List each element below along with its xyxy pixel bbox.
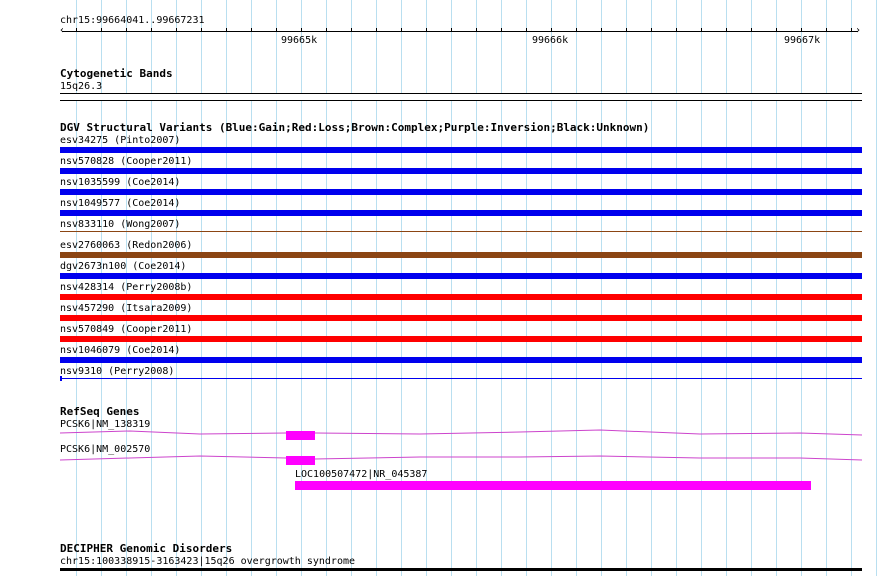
ruler-tick [226, 28, 227, 32]
dgv-variant-bar[interactable] [60, 273, 862, 279]
ruler-tick [501, 28, 502, 32]
dgv-variant-label[interactable]: nsv9310 (Perry2008) [60, 366, 174, 377]
ruler-tick-label: 99666k [532, 35, 569, 46]
ruler-tick [176, 28, 177, 32]
ruler-tick [851, 28, 852, 32]
ruler-axis [62, 31, 858, 32]
dgv-variant-bar[interactable] [60, 210, 862, 216]
genome-browser-panel: chr15:99664041..99667231 ‹ › 99665k 9966… [0, 0, 890, 576]
ruler-tick [101, 28, 102, 32]
ruler-tick [251, 28, 252, 32]
gene-exon[interactable] [286, 456, 315, 465]
dgv-variant-bar[interactable] [60, 252, 862, 258]
ruler-tick [676, 28, 677, 32]
ruler-tick [76, 28, 77, 32]
ruler-right-arrow-icon: › [855, 25, 862, 36]
ruler-tick [726, 28, 727, 32]
ruler-tick [351, 28, 352, 32]
ruler-tick [626, 28, 627, 32]
ruler-tick [326, 28, 327, 32]
dgv-variant-label[interactable]: esv34275 (Pinto2007) [60, 135, 180, 146]
ruler-tick [751, 28, 752, 32]
ruler-tick [701, 28, 702, 32]
ruler-tick [826, 28, 827, 32]
gene-intron-line [59, 455, 863, 461]
ruler-tick [126, 28, 127, 32]
ruler-tick [576, 28, 577, 32]
ruler-tick [551, 28, 552, 32]
ruler-tick [151, 28, 152, 32]
dgv-variant-label[interactable]: esv2760063 (Redon2006) [60, 240, 192, 251]
dgv-variant-bar[interactable] [60, 294, 862, 300]
ruler-range-label: chr15:99664041..99667231 [60, 15, 205, 26]
ruler-tick-label: 99665k [281, 35, 318, 46]
ruler-tick [376, 28, 377, 32]
track-title-refseq[interactable]: RefSeq Genes [60, 406, 139, 418]
decipher-entry-label[interactable]: chr15:100338915-3163423|15q26 overgrowth… [60, 556, 355, 567]
gene-exon[interactable] [286, 431, 315, 440]
dgv-variant-label[interactable]: nsv457290 (Itsara2009) [60, 303, 192, 314]
ruler-tick [426, 28, 427, 32]
dgv-variant-label[interactable]: nsv570828 (Cooper2011) [60, 156, 192, 167]
dgv-variant-bar[interactable] [60, 315, 862, 321]
dgv-variant-bar[interactable] [60, 378, 862, 379]
dgv-variant-bar-start [60, 376, 62, 381]
ruler-tick [201, 28, 202, 32]
dgv-variant-bar[interactable] [60, 168, 862, 174]
ruler-tick [301, 28, 302, 32]
track-title-decipher[interactable]: DECIPHER Genomic Disorders [60, 543, 232, 555]
ruler-tick [601, 28, 602, 32]
gene-exon[interactable] [295, 481, 811, 490]
dgv-variant-label[interactable]: nsv1035599 (Coe2014) [60, 177, 180, 188]
dgv-variant-bar[interactable] [60, 231, 862, 232]
track-title-cytogenetic[interactable]: Cytogenetic Bands [60, 68, 173, 80]
cytoband-bar[interactable] [60, 93, 862, 101]
dgv-variant-label[interactable]: nsv570849 (Cooper2011) [60, 324, 192, 335]
ruler-tick [476, 28, 477, 32]
ruler-tick [401, 28, 402, 32]
dgv-variant-bar[interactable] [60, 336, 862, 342]
ruler-tick [651, 28, 652, 32]
dgv-variant-label[interactable]: dgv2673n100 (Coe2014) [60, 261, 186, 272]
cytoband-label: 15q26.3 [60, 81, 103, 92]
ruler-tick [526, 28, 527, 32]
ruler-tick [451, 28, 452, 32]
ruler-left-arrow-icon: ‹ [59, 25, 66, 36]
ruler-tick-label: 99667k [784, 35, 821, 46]
dgv-variant-label[interactable]: nsv833110 (Wong2007) [60, 219, 180, 230]
dgv-variant-bar[interactable] [60, 147, 862, 153]
dgv-variant-label[interactable]: nsv428314 (Perry2008b) [60, 282, 192, 293]
dgv-variant-label[interactable]: nsv1049577 (Coe2014) [60, 198, 180, 209]
dgv-variant-label[interactable]: nsv1046079 (Coe2014) [60, 345, 180, 356]
dgv-variant-bar[interactable] [60, 357, 862, 363]
gene-label[interactable]: LOC100507472|NR_045387 [295, 469, 427, 480]
ruler-tick [776, 28, 777, 32]
gene-intron-line [59, 429, 863, 436]
dgv-variant-bar[interactable] [60, 189, 862, 195]
track-title-dgv[interactable]: DGV Structural Variants (Blue:Gain;Red:L… [60, 122, 649, 134]
decipher-entry-bar[interactable] [60, 568, 862, 571]
ruler-tick [801, 28, 802, 32]
ruler-tick [276, 28, 277, 32]
